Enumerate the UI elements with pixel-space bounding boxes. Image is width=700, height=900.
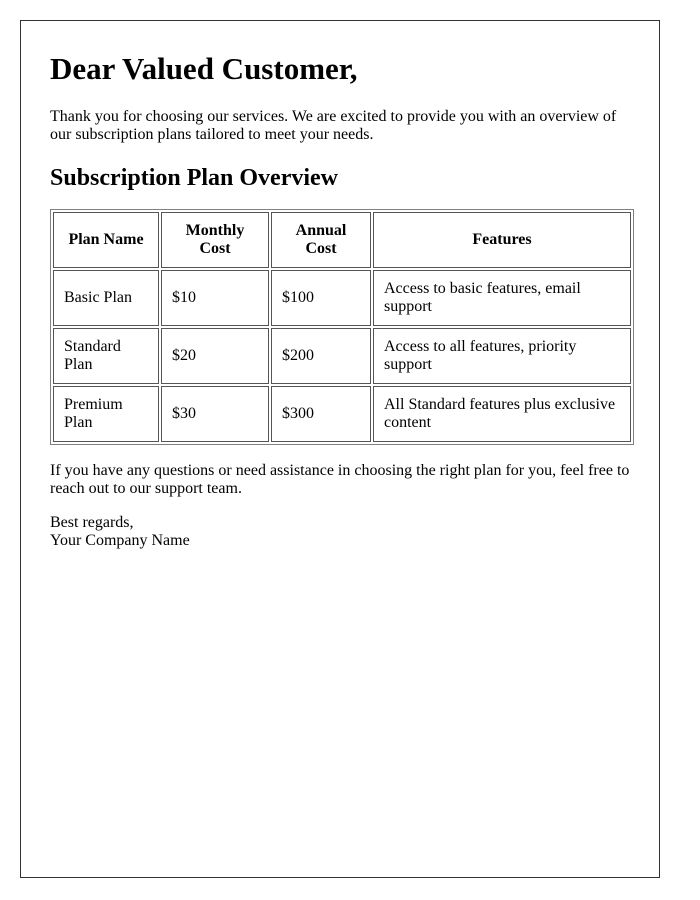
intro-paragraph: Thank you for choosing our services. We … (50, 108, 617, 143)
table-row: Standard Plan $20 $200 Access to all fea… (53, 328, 631, 384)
cell-monthly-cost: $20 (161, 328, 269, 384)
plans-table: Plan Name Monthly Cost Annual Cost Featu… (50, 209, 634, 445)
cell-monthly-cost: $30 (161, 386, 269, 442)
section-title: Subscription Plan Overview (50, 165, 339, 191)
cell-features: Access to all features, priority support (373, 328, 631, 384)
cell-features: Access to basic features, email support (373, 270, 631, 326)
cell-plan-name: Standard Plan (53, 328, 159, 384)
table-header-row: Plan Name Monthly Cost Annual Cost Featu… (53, 212, 631, 268)
outro-paragraph: If you have any questions or need assist… (50, 462, 630, 497)
cell-annual-cost: $100 (271, 270, 371, 326)
cell-annual-cost: $300 (271, 386, 371, 442)
letter-page: Dear Valued Customer, Thank you for choo… (20, 20, 660, 878)
table-row: Premium Plan $30 $300 All Standard featu… (53, 386, 631, 442)
header-monthly-cost: Monthly Cost (161, 212, 269, 268)
cell-features: All Standard features plus exclusive con… (373, 386, 631, 442)
table-row: Basic Plan $10 $100 Access to basic feat… (53, 270, 631, 326)
header-features: Features (373, 212, 631, 268)
closing-text: Best regards, (50, 514, 134, 531)
cell-plan-name: Premium Plan (53, 386, 159, 442)
closing-block: Best regards, Your Company Name (50, 514, 630, 550)
signature: Your Company Name (50, 532, 190, 549)
greeting-heading: Dear Valued Customer, (50, 51, 358, 86)
header-plan-name: Plan Name (53, 212, 159, 268)
cell-plan-name: Basic Plan (53, 270, 159, 326)
header-annual-cost: Annual Cost (271, 212, 371, 268)
cell-monthly-cost: $10 (161, 270, 269, 326)
cell-annual-cost: $200 (271, 328, 371, 384)
